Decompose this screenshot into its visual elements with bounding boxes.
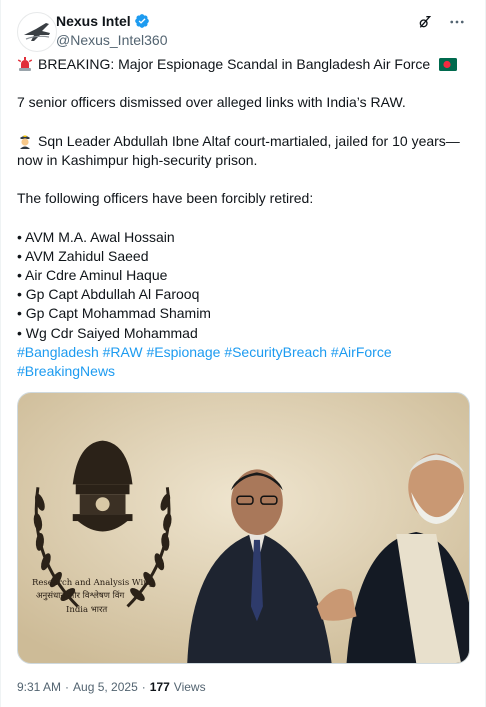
author-name[interactable]: Nexus Intel <box>56 13 131 29</box>
timestamp-date[interactable]: Aug 5, 2025 <box>73 680 138 694</box>
illustration <box>18 393 469 663</box>
hashtag-airforce[interactable]: #AirForce <box>331 344 392 360</box>
retired-intro-line: The following officers have been forcibl… <box>17 190 314 207</box>
headline-line: BREAKING: Major Espionage Scandal in Ban… <box>17 55 473 74</box>
caption-line-1: Research and Analysis Wing <box>32 578 155 588</box>
author-block: Nexus Intel @Nexus_Intel360 <box>56 12 168 48</box>
lion-capital <box>72 440 133 532</box>
author-handle[interactable]: @Nexus_Intel360 <box>56 32 168 48</box>
top-actions <box>415 12 467 32</box>
hashtag-securitybreach[interactable]: #SecurityBreach <box>224 344 327 360</box>
tweet-text: BREAKING: Major Espionage Scandal in Ban… <box>17 55 473 381</box>
timestamp-time[interactable]: 9:31 AM <box>17 680 61 694</box>
verified-badge-icon <box>134 14 149 28</box>
avatar[interactable] <box>17 12 57 52</box>
more-icon[interactable] <box>447 12 467 32</box>
tweet-card: Nexus Intel @Nexus_Intel360 BREAKING: Ma… <box>0 0 486 707</box>
jet-fighter-logo-icon <box>24 23 50 41</box>
hashtag-breakingnews[interactable]: #BreakingNews <box>17 363 115 379</box>
caption-line-2: अनुसंधान और विश्लेषण विंग <box>36 591 125 601</box>
list-item: • AVM Zahidul Saeed <box>17 247 149 264</box>
separator: · <box>65 680 70 694</box>
siren-icon <box>17 57 33 71</box>
hashtag-bangladesh[interactable]: #Bangladesh <box>17 344 99 360</box>
hashtag-espionage[interactable]: #Espionage <box>146 344 220 360</box>
views-count[interactable]: 177 <box>150 680 170 694</box>
list-item: • Air Cdre Aminul Haque <box>17 267 168 284</box>
bangladesh-flag-icon <box>439 58 458 71</box>
tweet-meta: 9:31 AM · Aug 5, 2025 · 177 Views <box>17 680 206 694</box>
court-martial-text: Sqn Leader Abdullah Ibne Altaf court-mar… <box>38 132 460 149</box>
officer-icon <box>20 135 30 149</box>
grok-icon[interactable] <box>415 12 435 32</box>
caption-line-3: India भारत <box>66 605 108 615</box>
prison-line: now in Kashimpur high-security prison. <box>17 151 258 168</box>
tweet-image[interactable]: Research and Analysis Wing अनुसंधान और व… <box>17 392 470 664</box>
list-item: • Gp Capt Mohammad Shamim <box>17 305 211 322</box>
views-label: Views <box>173 680 206 694</box>
separator: · <box>141 680 146 694</box>
headline-text: BREAKING: Major Espionage Scandal in Ban… <box>38 56 431 72</box>
list-item: • Wg Cdr Saiyed Mohammad <box>17 324 198 341</box>
hashtag-raw[interactable]: #RAW <box>103 344 143 360</box>
court-martial-line: Sqn Leader Abdullah Ibne Altaf court-mar… <box>17 132 473 151</box>
hashtags-line: #Bangladesh #RAW #Espionage #SecurityBre… <box>17 343 473 362</box>
dismissal-line: 7 senior officers dismissed over alleged… <box>17 94 406 111</box>
list-item: • AVM M.A. Awal Hossain <box>17 228 175 245</box>
hashtags-line-2: #BreakingNews <box>17 362 473 381</box>
list-item: • Gp Capt Abdullah Al Farooq <box>17 286 200 303</box>
